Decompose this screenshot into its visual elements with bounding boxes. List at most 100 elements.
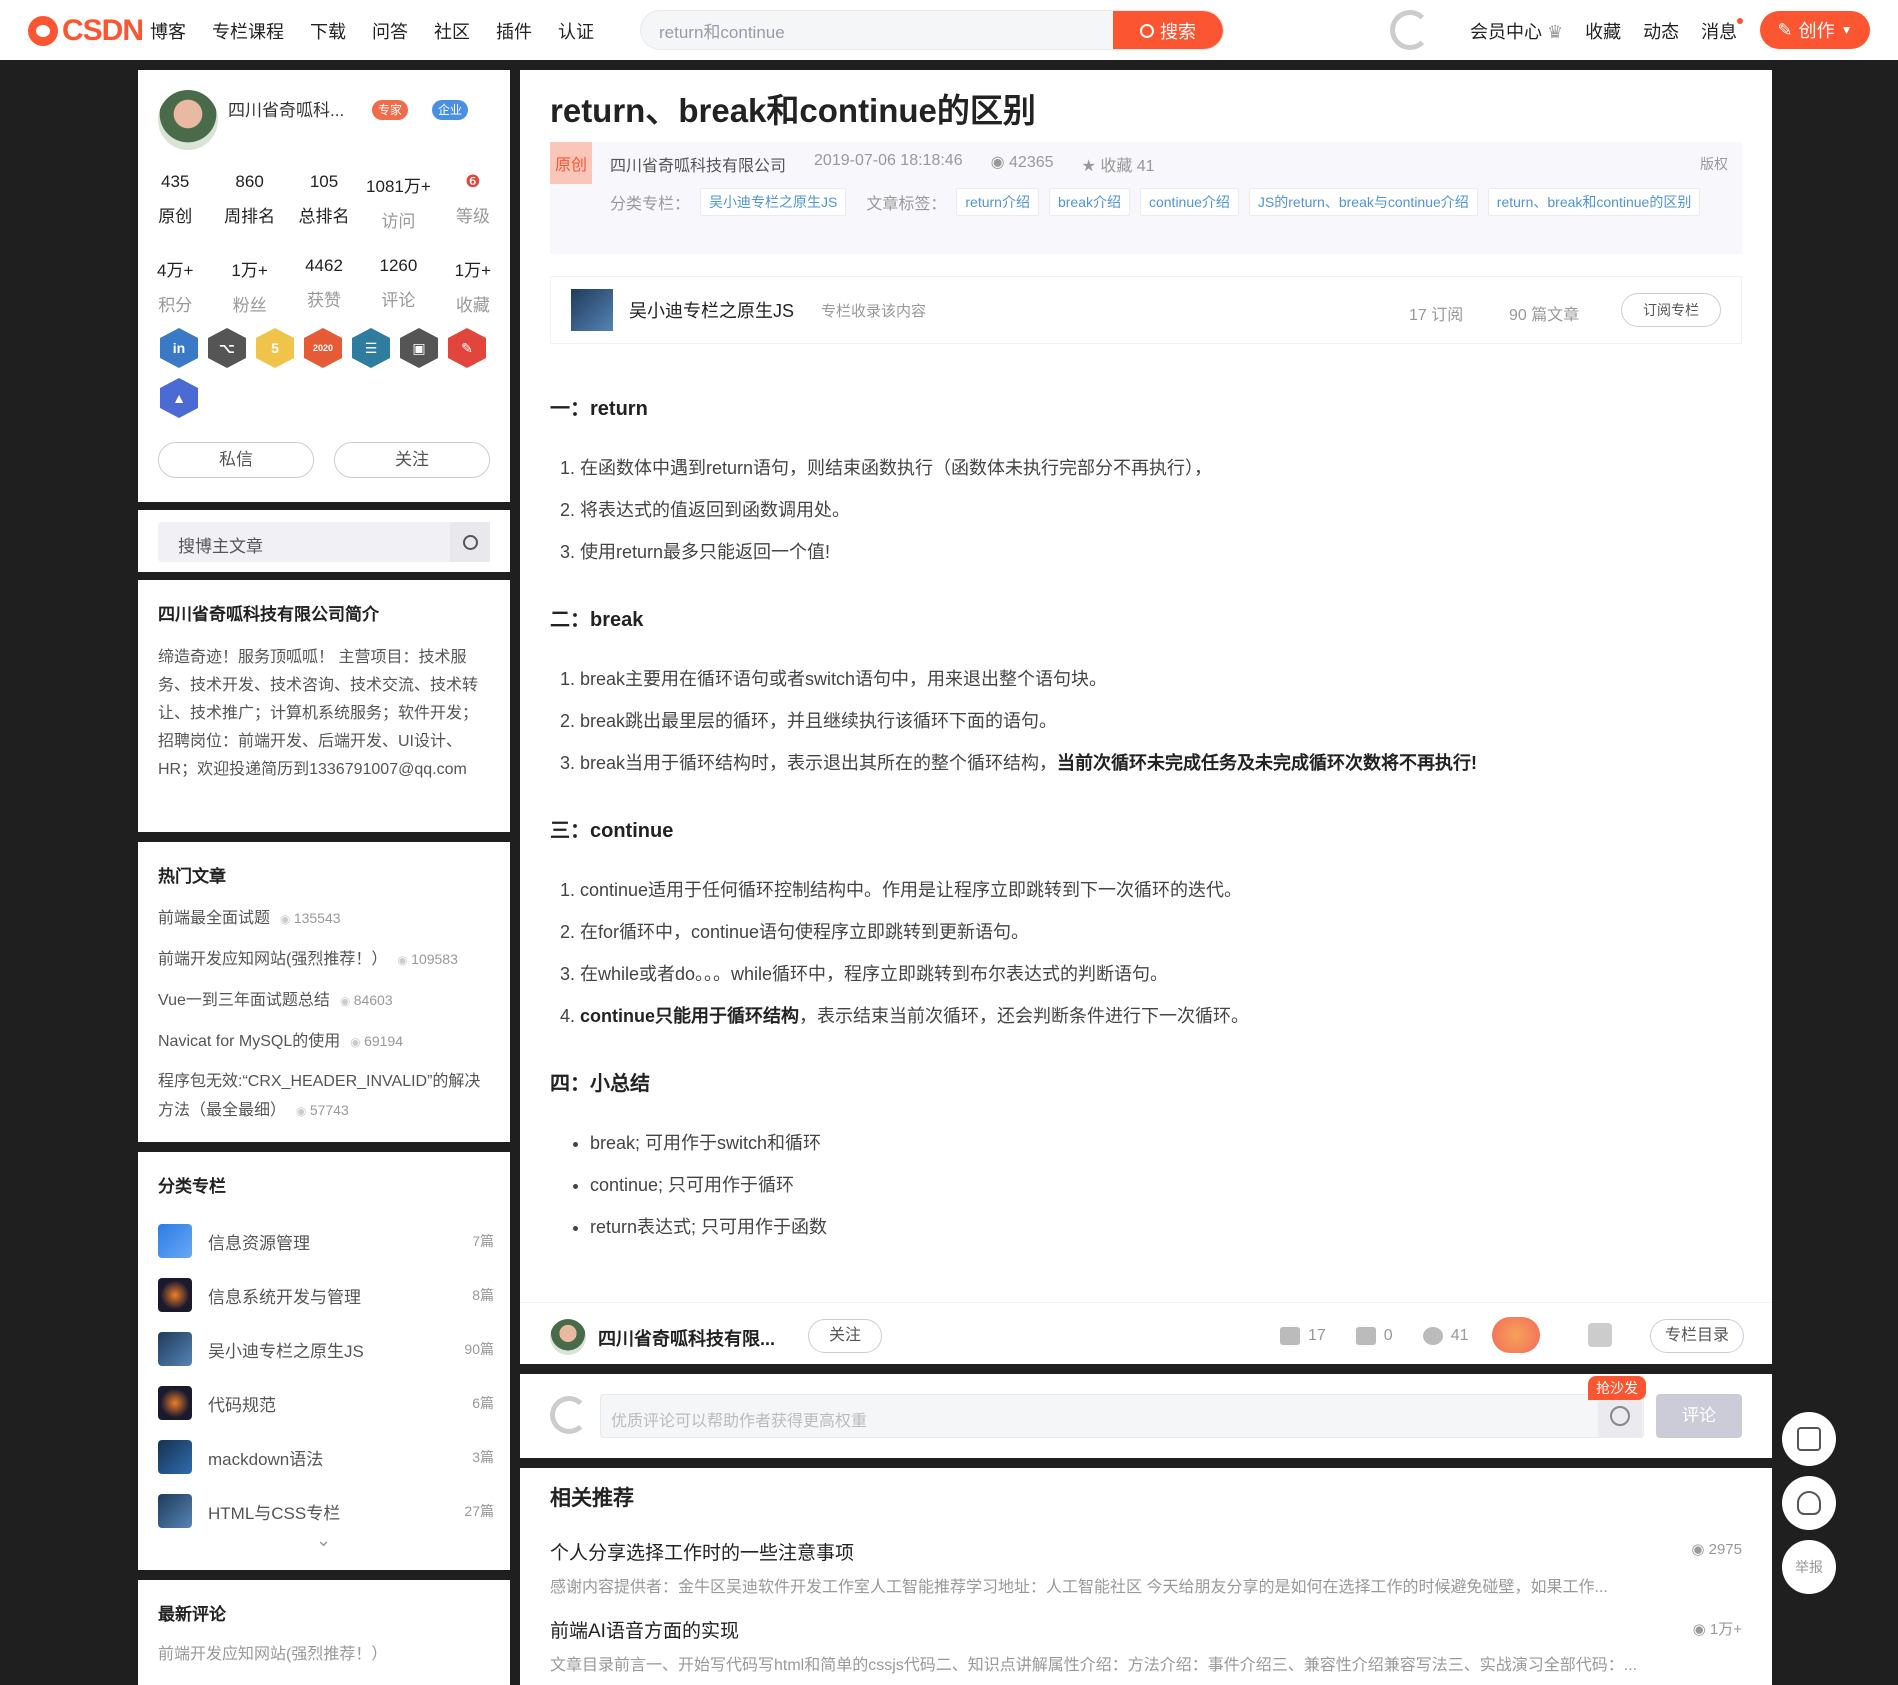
recommend-item[interactable]: 个人分享选择工作时的一些注意事项 感谢内容提供者：金牛区吴迪软件开发工作室人工智… (550, 1538, 1742, 1597)
pen-medal-icon[interactable]: ✎ (448, 328, 486, 368)
nav-community[interactable]: 社区 (434, 18, 470, 44)
github-medal-icon[interactable]: ⌥ (208, 328, 246, 368)
category-thumb-icon (158, 1332, 192, 1366)
nav-vip-center[interactable]: 会员中心 ♛ (1470, 18, 1563, 44)
column-name[interactable]: 吴小迪专栏之原生JS (629, 297, 794, 323)
private-message-button[interactable]: 私信 (158, 442, 314, 478)
column-thumbnail[interactable] (571, 289, 613, 331)
category-name: 代码规范 (208, 1395, 276, 1415)
profile-stats-row-1: 435 原创 860 周排名 105 总排名 1081万+ 访问 ❻ 等级 (138, 172, 510, 232)
emoji-button[interactable] (1598, 1394, 1642, 1438)
category-item[interactable]: 信息资源管理 7篇 (158, 1214, 494, 1268)
submit-comment-button[interactable]: 评论 (1656, 1394, 1742, 1438)
recommend-item[interactable]: 前端AI语音方面的实现 文章目录前言一、开始写代码写html和简单的cssjs代… (550, 1616, 1742, 1675)
nav-courses[interactable]: 专栏课程 (212, 18, 284, 44)
comment-input[interactable]: 优质评论可以帮助作者获得更高权重 (600, 1394, 1644, 1438)
nav-messages[interactable]: 消息 (1701, 18, 1744, 44)
copyright-link[interactable]: 版权 (1700, 154, 1728, 174)
recommend-item-title: 前端AI语音方面的实现 (550, 1621, 739, 1642)
report-button[interactable]: 举报 (1782, 1540, 1836, 1594)
column-toc-button[interactable]: 专栏目录 (1650, 1319, 1744, 1353)
blogger-search-button[interactable] (450, 522, 490, 562)
hot-article-item[interactable]: 程序包无效:“CRX_HEADER_INVALID”的解决方法（最全最细）577… (158, 1068, 494, 1125)
five-year-medal-icon[interactable]: 5 (256, 328, 294, 368)
toolbar-author-name[interactable]: 四川省奇呱科技有限... (598, 1325, 775, 1351)
hot-article-item[interactable]: 前端最全面试题 135543 (158, 904, 494, 933)
write-note-button[interactable] (1782, 1412, 1836, 1466)
persistence-medal-icon[interactable]: ▣ (400, 328, 438, 368)
stat-total-rank[interactable]: 105 总排名 (287, 172, 361, 232)
views-value: 2975 (1708, 1541, 1742, 1558)
nav-qa[interactable]: 问答 (372, 18, 408, 44)
stat-week-rank[interactable]: 860 周排名 (212, 172, 286, 232)
blogger-search-input[interactable]: 搜博主文章 (158, 522, 490, 562)
stat-value: 105 (309, 172, 339, 191)
stat-fans[interactable]: 1万+ 粉丝 (212, 256, 286, 316)
stat-label: 原创 (158, 207, 193, 226)
hot-article-item[interactable]: Navicat for MySQL的使用 69194 (158, 1027, 494, 1056)
stat-label: 访问 (381, 212, 416, 231)
csdn-logo[interactable]: CSDN (28, 14, 144, 48)
thumbs-up-icon (1280, 1327, 1300, 1345)
meta-views: ◉ 42365 (991, 152, 1054, 176)
expand-chevron-icon[interactable]: ⌄ (316, 1530, 331, 1551)
create-button[interactable]: ✎ 创作 ▼ (1760, 11, 1870, 49)
comment-count: 0 (1383, 1327, 1393, 1345)
stat-value: 1万+ (454, 261, 492, 280)
meta-favorites[interactable]: ★ 收藏 41 (1082, 152, 1155, 176)
nav-blog[interactable]: 博客 (150, 18, 186, 44)
stat-original[interactable]: 435 原创 (138, 172, 212, 232)
toolbar-follow-button[interactable]: 关注 (808, 1319, 882, 1353)
like-button[interactable]: 17 (1280, 1327, 1326, 1345)
latest-comment-link[interactable]: 前端开发应知网站(强烈推荐！） (158, 1640, 387, 1664)
category-item[interactable]: 吴小迪专栏之原生JS 90篇 (158, 1322, 494, 1376)
hot-article-item[interactable]: 前端开发应知网站(强烈推荐！） 109583 (158, 945, 494, 974)
author-avatar[interactable] (158, 90, 218, 150)
nav-download[interactable]: 下载 (310, 18, 346, 44)
favorite-button[interactable]: 41 (1422, 1327, 1469, 1345)
pen-icon: ✎ (1777, 19, 1793, 40)
category-thumb-icon (158, 1440, 192, 1474)
follow-author-button[interactable]: 关注 (334, 442, 490, 478)
author-avatar[interactable] (550, 1319, 586, 1355)
article-tag[interactable]: continue介绍 (1139, 188, 1239, 216)
article-tag[interactable]: break介绍 (1048, 188, 1130, 216)
customer-service-button[interactable] (1782, 1476, 1836, 1530)
search-button[interactable]: 搜索 (1113, 11, 1223, 49)
top-navigation-bar: CSDN 博客 专栏课程 下载 问答 社区 插件 认证 搜索 会员中心 ♛ 收藏… (0, 0, 1898, 60)
company-intro-card: 四川省奇呱科技有限公司简介 缔造奇迹！服务顶呱呱！ 主营项目：技术服务、技术开发… (138, 580, 510, 832)
author-profile-card: 四川省奇呱科... 专家 企业 435 原创 860 周排名 105 总排名 1081… (138, 70, 510, 502)
hot-article-item[interactable]: Vue一到三年面试题总结 84603 (158, 986, 494, 1015)
subscribe-column-button[interactable]: 订阅专栏 (1621, 293, 1721, 327)
category-item[interactable]: 信息系统开发与管理 8篇 (158, 1268, 494, 1322)
nav-activity[interactable]: 动态 (1643, 18, 1679, 44)
share-icon[interactable] (1588, 1323, 1612, 1347)
author-name[interactable]: 四川省奇呱科... (228, 96, 344, 121)
eye-icon: ◉ (990, 154, 1005, 171)
toolbar-actions: 17 0 41 (1280, 1327, 1469, 1345)
nav-plugins[interactable]: 插件 (496, 18, 532, 44)
nav-certification[interactable]: 认证 (558, 18, 594, 44)
c-brand-icon[interactable] (1390, 10, 1430, 50)
category-item[interactable]: mackdown语法 3篇 (158, 1430, 494, 1484)
section-heading: 一：return (550, 398, 648, 420)
meta-author[interactable]: 四川省奇呱科技有限公司 (610, 152, 786, 176)
linkedin-medal-icon[interactable]: in (160, 328, 198, 368)
year-2020-medal-icon[interactable]: 2020 (304, 328, 342, 368)
article-tag[interactable]: return介绍 (956, 188, 1039, 216)
stat-level[interactable]: ❻ 等级 (436, 172, 510, 232)
profile-stats-row-2: 4万+ 积分 1万+ 粉丝 4462 获赞 1260 评论 1万+ 收藏 (138, 256, 510, 316)
category-name: HTML与CSS专栏 (208, 1503, 341, 1523)
reward-icon[interactable] (1492, 1317, 1540, 1353)
list-medal-icon[interactable]: ☰ (352, 328, 390, 368)
stat-comments: 1260 评论 (361, 256, 435, 316)
site-search-input[interactable] (641, 11, 1111, 49)
category-tag[interactable]: 吴小迪专栏之原生JS (700, 188, 847, 216)
rocket-medal-icon[interactable]: ▲ (160, 378, 198, 418)
csdn-mascot-icon (28, 16, 58, 46)
comment-button[interactable]: 0 (1355, 1327, 1393, 1345)
article-tag[interactable]: JS的return、break与continue介绍 (1248, 188, 1478, 216)
nav-favorites[interactable]: 收藏 (1585, 18, 1621, 44)
article-tag[interactable]: return、break和continue的区别 (1487, 188, 1701, 216)
category-item[interactable]: 代码规范 6篇 (158, 1376, 494, 1430)
